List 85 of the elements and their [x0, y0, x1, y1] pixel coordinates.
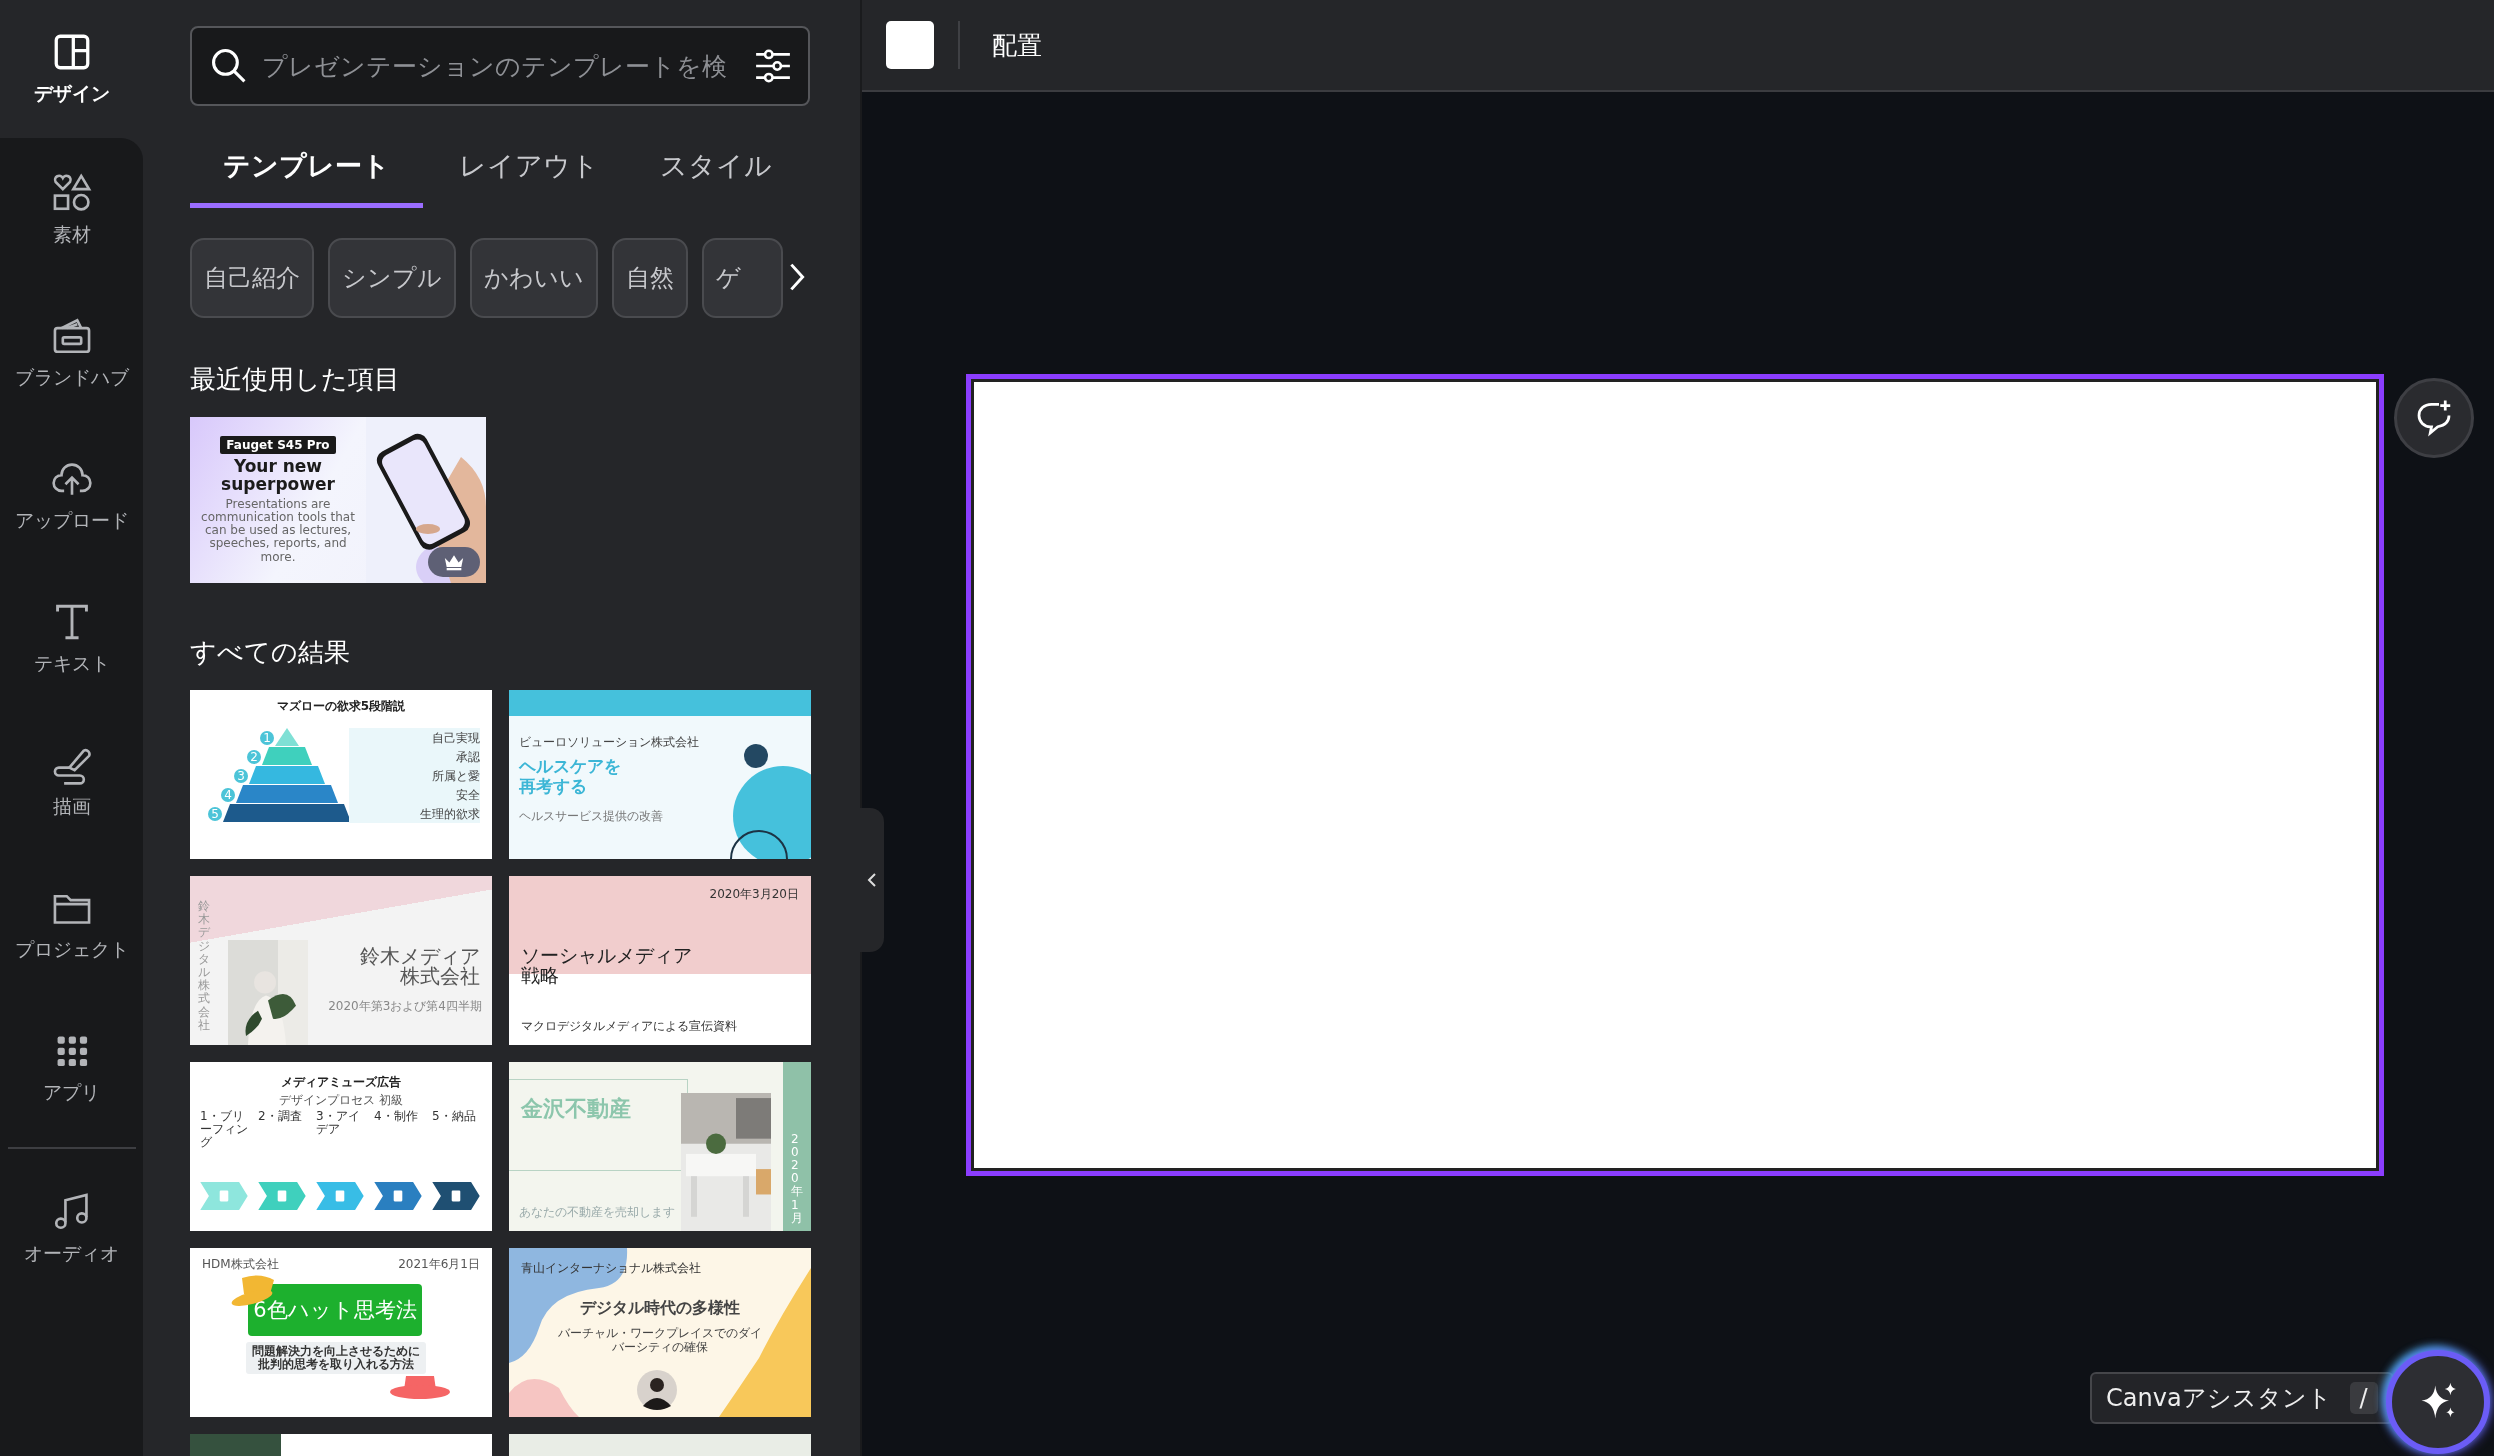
- sidebar-item[interactable]: 素材: [0, 138, 143, 281]
- slide-title: マズローの欲求5段階説: [275, 698, 407, 715]
- slide-title: デジタル時代の多様性: [579, 1298, 741, 1319]
- step-label: 5・納品: [432, 1110, 477, 1124]
- section-heading: 最近使用した項目: [190, 363, 401, 396]
- sidebar-item[interactable]: プロジェクト: [0, 853, 143, 996]
- filter-chip[interactable]: ゲ: [702, 238, 783, 318]
- template-thumbnail[interactable]: Fauget S45 Pro Your new superpower Presentations are communication tools that can be used as lectures, speeches, reports, and more.: [190, 417, 486, 583]
- slide-text: 安全: [456, 788, 480, 801]
- slide-text: デザインプロセス 初級: [278, 1092, 404, 1109]
- search-icon: [210, 47, 248, 85]
- slide-text: Presentations are communication tools that can be used as lectures, speeches, reports, and more.: [200, 497, 356, 564]
- shortcut-key: /: [2349, 1382, 2378, 1414]
- slide-text: バーチャル・ワークプレイスでのダイバーシティの確保: [557, 1326, 763, 1355]
- crown-icon: [443, 553, 465, 571]
- sidebar-item[interactable]: オーディオ: [0, 1157, 143, 1300]
- sidebar-item[interactable]: アップロード: [0, 424, 143, 567]
- slide-title: ソーシャルメディア 戦略: [521, 946, 692, 986]
- sidebar-item[interactable]: ブランドハブ: [0, 281, 143, 424]
- template-thumbnail[interactable]: 2020年3月20日 ソーシャルメディア 戦略 マクロデジタルメディアによる宣伝資料: [509, 876, 811, 1045]
- step-label: 1・ブリーフィング: [200, 1110, 249, 1150]
- template-thumbnail[interactable]: マズローの欲求5段階説 1 自己実現 2 承認 3 所属と愛 4 安全 5 生理的欲求: [190, 690, 492, 859]
- step-number: 2: [247, 749, 261, 764]
- assistant-button[interactable]: [2386, 1350, 2490, 1454]
- template-thumbnail[interactable]: メディアミューズ広告 デザインプロセス 初級 1・ブリーフィング 2・調査 3・アイデア 4・制作 5・納品: [190, 1062, 492, 1231]
- section-heading: すべての結果: [190, 636, 351, 669]
- tooltip-text: Canvaアシスタント: [2106, 1383, 2332, 1414]
- slide-title: Your new superpower: [221, 458, 335, 494]
- chevron-shape: [374, 1182, 422, 1210]
- step-number: 3: [234, 768, 248, 783]
- slide-title: 金沢不動産: [521, 1095, 631, 1123]
- tab[interactable]: レイアウト: [423, 128, 635, 208]
- step-number: 4: [221, 787, 235, 802]
- slide-text: 2020年3月20日: [709, 886, 799, 903]
- slide-text: 承認: [456, 750, 480, 763]
- slide-title: ヘルスケアを 再考する: [519, 756, 621, 797]
- tab[interactable]: テンプレート: [190, 128, 423, 208]
- filter-chip[interactable]: シンプル: [328, 238, 456, 318]
- position-button[interactable]: 配置: [992, 28, 1042, 62]
- design-page[interactable]: [966, 374, 2384, 1176]
- hat-icon: [390, 1374, 450, 1400]
- filter-icon[interactable]: [754, 48, 792, 84]
- slide-text: 鈴木デジタル株式会社: [198, 900, 210, 1032]
- slide-text: 2021年6月1日: [398, 1256, 480, 1273]
- avatar: [637, 1370, 677, 1410]
- slide-text: HDM株式会社: [202, 1256, 279, 1273]
- slide-text: 青山インターナショナル株式会社: [521, 1260, 701, 1277]
- sidebar-item[interactable]: アプリ: [0, 996, 143, 1139]
- sidebar-item[interactable]: 描画: [0, 710, 143, 853]
- filter-chip[interactable]: 自己紹介: [190, 238, 314, 318]
- sidebar-item[interactable]: テキスト: [0, 567, 143, 710]
- step-label: 3・アイデア: [316, 1110, 361, 1137]
- template-thumbnail[interactable]: 鈴木デジタル株式会社 鈴木メディア 株式会社 2020年第3および第4四半期: [190, 876, 492, 1045]
- slide-text: あなたの不動産を売却します: [519, 1204, 675, 1221]
- slide-text: 生理的欲求: [420, 807, 480, 820]
- step-number: 1: [260, 730, 274, 745]
- slide-text: 自己実現: [432, 731, 480, 744]
- color-swatch[interactable]: [886, 21, 934, 69]
- step-label: 2・調査: [258, 1110, 303, 1124]
- slide-text: ビューロソリューション株式会社: [519, 734, 699, 751]
- tab[interactable]: スタイル: [635, 128, 797, 208]
- slide-title: メディアミューズ広告: [280, 1074, 402, 1091]
- chevron-left-icon: [867, 872, 877, 888]
- step-number: 5: [208, 806, 222, 821]
- slide-text: 所属と愛: [432, 769, 480, 782]
- chevron-shape: [432, 1182, 480, 1210]
- slide-title: 鈴木メディア 株式会社: [360, 946, 480, 986]
- slide-text: 2020年1月: [791, 1132, 803, 1225]
- slide-title: 6色ハット思考法: [253, 1297, 417, 1324]
- template-thumbnail[interactable]: ビューロソリューション株式会社 ヘルスケアを 再考する ヘルスサービス提供の改善: [509, 690, 811, 859]
- product-label: Fauget S45 Pro: [220, 436, 336, 455]
- filter-chip[interactable]: かわいい: [470, 238, 598, 318]
- slide-text: ヘルスサービス提供の改善: [519, 808, 663, 825]
- step-label: 4・制作: [374, 1110, 419, 1124]
- filter-chip[interactable]: 自然: [612, 238, 688, 318]
- chevron-shape: [200, 1182, 248, 1210]
- slide-text: 問題解決力を向上させるために 批判的思考を取り入れる方法: [252, 1344, 420, 1372]
- template-thumbnail[interactable]: HDM株式会社 2021年6月1日 6色ハット思考法 問題解決力を向上させるために 批判的思考を取り入れる方法: [190, 1248, 492, 1417]
- chevron-shape: [258, 1182, 306, 1210]
- slide-text: 2020年第3および第4四半期: [328, 998, 482, 1015]
- slide-text: マクロデジタルメディアによる宣伝資料: [521, 1018, 737, 1035]
- search-field[interactable]: プレゼンテーションのテンプレートを検: [190, 26, 810, 106]
- collapse-handle[interactable]: [860, 808, 884, 952]
- template-thumbnail[interactable]: 青山インターナショナル株式会社 デジタル時代の多様性 バーチャル・ワークプレイスでのダイバーシティの確保: [509, 1248, 811, 1417]
- chevron-shape: [316, 1182, 364, 1210]
